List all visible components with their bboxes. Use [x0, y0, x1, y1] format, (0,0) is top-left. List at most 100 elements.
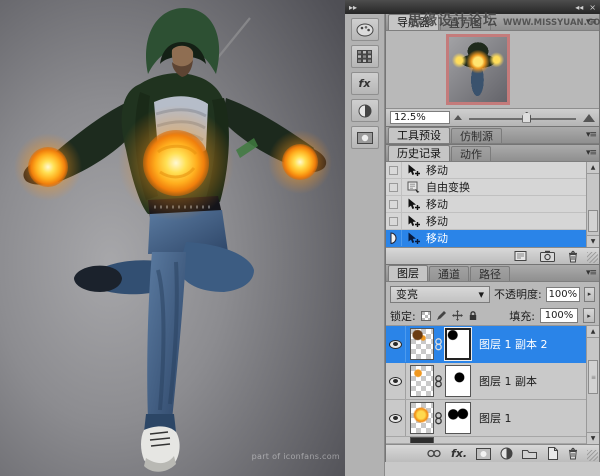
zoom-out-icon[interactable] [454, 115, 462, 120]
panel-menu-icon[interactable]: ▾≡ [586, 268, 596, 278]
workspace-background [385, 462, 600, 476]
history-item[interactable]: 移动 [386, 162, 599, 179]
expand-dock-icon[interactable]: ▸▸ [349, 3, 357, 12]
tab-tool-presets[interactable]: 工具预设 [388, 127, 450, 143]
photo-illustration [0, 0, 345, 476]
fill-stepper[interactable]: ▸ [583, 308, 595, 323]
scrollbar-thumb[interactable]: ≡ [588, 360, 598, 394]
tab-navigator[interactable]: 导航器 [388, 14, 439, 30]
resize-grip[interactable] [587, 450, 598, 461]
panel-icon-strip: fx [345, 14, 385, 476]
link-chain-icon [434, 411, 443, 426]
scroll-up-arrow[interactable]: ▲ [587, 326, 599, 338]
lock-all-padlock-icon[interactable] [468, 310, 478, 321]
panel-menu-icon[interactable]: ▾≡ [586, 148, 596, 158]
link-chain-icon [434, 374, 443, 389]
layers-scrollbar[interactable]: ▲ ≡ ▼ [586, 326, 599, 444]
tab-layers[interactable]: 图层 [388, 265, 428, 281]
swatches-panel-icon[interactable] [351, 45, 379, 68]
navigator-proxy-view[interactable] [446, 34, 510, 105]
tab-history[interactable]: 历史记录 [388, 145, 450, 161]
scroll-down-arrow[interactable]: ▼ [587, 235, 599, 247]
layer-mask-thumbnail[interactable] [445, 365, 471, 397]
lock-row: 锁定: 填充: 100% ▸ [386, 306, 599, 326]
layer-row[interactable]: 图层 1 [386, 400, 599, 437]
layer-mask-thumbnail[interactable] [445, 328, 471, 360]
zoom-slider-thumb[interactable] [522, 112, 531, 123]
color-panel-icon[interactable] [351, 18, 379, 41]
tab-channels[interactable]: 通道 [429, 266, 469, 281]
lock-move-icon[interactable] [452, 310, 463, 321]
history-brush-well[interactable] [389, 166, 398, 175]
history-item[interactable]: 移动 [386, 196, 599, 213]
layer-thumbnail[interactable] [410, 365, 434, 397]
link-chain-icon [434, 337, 443, 352]
zoom-percent-field[interactable]: 12.5% [390, 111, 450, 124]
layer-mask-thumbnail[interactable] [445, 402, 471, 434]
add-layer-mask-icon[interactable] [476, 448, 491, 460]
visibility-eye-icon[interactable] [389, 377, 402, 386]
layer-name: 图层 1 副本 [479, 373, 537, 389]
scrollbar-thumb[interactable] [588, 210, 598, 232]
tab-histogram[interactable]: 直方图 [440, 15, 491, 30]
adjustments-panel-icon[interactable] [351, 99, 379, 122]
layer-row-selected[interactable]: 图层 1 副本 2 [386, 326, 599, 363]
navigator-zoom-bar: 12.5% [386, 108, 599, 126]
collapse-dock-icon[interactable]: ◂◂ [575, 3, 583, 12]
masks-panel-icon[interactable] [351, 126, 379, 149]
opacity-stepper[interactable]: ▸ [584, 287, 595, 302]
layer-row[interactable]: 图层 1 副本 [386, 363, 599, 400]
visibility-eye-icon[interactable] [389, 340, 402, 349]
blend-mode-dropdown[interactable]: 变亮 ▾ [390, 286, 490, 303]
layer-style-fx-icon[interactable]: fx. [451, 447, 467, 460]
delete-layer-trash-icon[interactable] [567, 447, 579, 460]
zoom-in-icon[interactable] [583, 114, 595, 122]
link-layers-icon[interactable] [426, 449, 442, 458]
navigator-preview-area [386, 31, 599, 108]
opacity-value-field[interactable]: 100% [546, 287, 580, 302]
visibility-eye-icon[interactable] [389, 414, 402, 423]
history-footer [386, 247, 599, 264]
history-item[interactable]: 自由变换 [386, 179, 599, 196]
history-item[interactable]: 移动 [386, 213, 599, 230]
new-adjustment-layer-icon[interactable] [500, 447, 513, 460]
dock-header-bar: ▸▸ ◂◂ × [345, 0, 600, 14]
new-document-from-state-icon[interactable] [514, 250, 528, 262]
history-brush-well[interactable] [389, 217, 398, 226]
lock-transparency-icon[interactable] [421, 311, 431, 321]
history-item-selected[interactable]: 移动 [386, 230, 599, 247]
fill-label: 填充: [509, 308, 535, 324]
new-layer-icon[interactable] [546, 447, 558, 460]
history-brush-well[interactable] [389, 200, 398, 209]
lock-paint-brush-icon[interactable] [436, 310, 447, 321]
new-snapshot-icon[interactable] [540, 250, 555, 262]
resize-grip[interactable] [587, 252, 598, 263]
scroll-down-arrow[interactable]: ▼ [587, 432, 599, 444]
move-tool-icon [402, 215, 424, 228]
zoom-slider[interactable] [469, 112, 576, 124]
new-group-folder-icon[interactable] [522, 448, 537, 459]
history-panel: 历史记录 动作 ▾≡ 移动 自由变换 移动 [385, 145, 600, 265]
history-list: 移动 自由变换 移动 移动 [386, 162, 599, 247]
panel-menu-icon[interactable]: ▾≡ [586, 130, 596, 140]
close-icon[interactable]: × [589, 3, 596, 12]
tab-paths[interactable]: 路径 [470, 266, 510, 281]
navigator-tabbar: 导航器 直方图 ▾≡ [386, 14, 599, 31]
layer-thumbnail[interactable] [410, 402, 434, 434]
tab-clone-source[interactable]: 仿制源 [451, 128, 502, 143]
fill-value-field[interactable]: 100% [540, 308, 578, 323]
tab-actions[interactable]: 动作 [451, 146, 491, 161]
history-scrollbar[interactable]: ▲ ▼ [586, 162, 599, 247]
move-tool-icon [402, 232, 424, 245]
history-brush-well[interactable] [389, 183, 398, 192]
navigator-panel: 导航器 直方图 ▾≡ 12.5% [385, 14, 600, 127]
styles-panel-icon[interactable]: fx [351, 72, 379, 95]
delete-state-trash-icon[interactable] [567, 250, 579, 263]
panel-menu-icon[interactable]: ▾≡ [586, 17, 596, 27]
layer-row-partial[interactable] [386, 437, 599, 444]
scroll-up-arrow[interactable]: ▲ [587, 162, 599, 174]
layer-thumbnail[interactable] [410, 328, 434, 360]
blend-mode-row: 变亮 ▾ 不透明度: 100% ▸ [386, 282, 599, 306]
image-canvas[interactable]: part of iconfans.com [0, 0, 345, 476]
free-transform-icon [402, 181, 424, 193]
